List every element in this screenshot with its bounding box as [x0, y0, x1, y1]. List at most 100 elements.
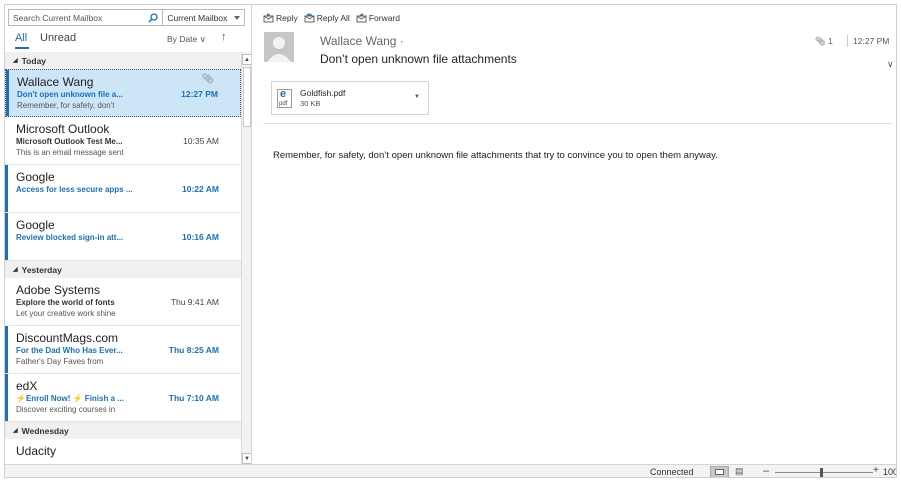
reply-label: Reply — [276, 13, 298, 23]
message-subject: ⚡Enroll Now! ⚡ Finish a ... — [16, 394, 124, 403]
reading-view-button[interactable]: ▤ — [735, 466, 751, 477]
normal-view-icon — [715, 469, 724, 475]
sort-by-date-button[interactable]: By Date ∨ — [167, 34, 206, 45]
list-item-message[interactable]: edX ⚡Enroll Now! ⚡ Finish a ... Discover… — [5, 374, 241, 422]
reply-all-icon — [304, 13, 315, 23]
message-time: Thu 7:10 AM — [168, 393, 219, 403]
forward-label: Forward — [368, 13, 400, 23]
status-bar: Connected ▤ – + 100% — [5, 464, 896, 477]
group-header-today[interactable]: ◢ Today — [5, 52, 241, 69]
attachment-count-value: 1 — [828, 36, 833, 46]
zoom-slider[interactable] — [775, 472, 873, 473]
message-preview: Remember, for safety, don't — [17, 101, 115, 110]
message-subject: Microsoft Outlook Test Me... — [16, 137, 123, 146]
paperclip-icon: 📎︎ — [815, 36, 826, 46]
group-header-yesterday[interactable]: ◢ Yesterday — [5, 261, 241, 278]
message-subject: For the Dad Who Has Ever... — [16, 346, 123, 355]
attachment-info: Goldfish.pdf 30 KB — [300, 88, 345, 109]
list-item-message[interactable]: Google Review blocked sign-in att... 10:… — [5, 213, 241, 261]
group-label: Wednesday — [21, 425, 69, 436]
group-label: Yesterday — [21, 264, 62, 275]
active-tab-indicator — [15, 47, 29, 49]
message-preview: Discover exciting courses in — [16, 405, 116, 414]
reply-button[interactable]: Reply — [263, 13, 298, 23]
message-time: 10:22 AM — [181, 184, 219, 194]
reply-all-button[interactable]: Reply All — [304, 13, 350, 23]
list-item-message[interactable]: Udacity — [5, 439, 241, 464]
expand-header-chevron-icon[interactable]: ∨ — [887, 59, 894, 70]
pdf-file-icon-letter: e — [280, 87, 287, 100]
attachment-card[interactable]: e pdf Goldfish.pdf 30 KB ▼ — [271, 81, 429, 115]
search-icon[interactable] — [148, 12, 158, 23]
message-preview: This is an email message sent — [16, 148, 124, 157]
attachment-dropdown-icon[interactable]: ▼ — [414, 94, 420, 100]
filter-bar: All Unread By Date ∨ ↑ — [5, 30, 251, 50]
message-subject: Explore the world of fonts — [16, 298, 115, 307]
list-item-message[interactable]: Wallace Wang Don't open unknown file a..… — [5, 69, 241, 117]
list-item-message[interactable]: Adobe Systems Explore the world of fonts… — [5, 278, 241, 326]
message-sender: DiscountMags.com — [16, 331, 119, 345]
message-preview: Father's Day Faves from — [16, 357, 104, 366]
message-list-pane: Search Current Mailbox Current Mailbox A… — [5, 5, 252, 464]
forward-button[interactable]: Forward — [356, 13, 400, 23]
message-sender: Microsoft Outlook — [16, 122, 110, 136]
reading-subject: Don’t open unknown file attachments — [320, 52, 517, 66]
scroll-up-arrow-icon[interactable]: ▲ — [242, 54, 251, 65]
sender-avatar[interactable] — [264, 32, 294, 62]
divider — [847, 35, 848, 47]
reply-all-label: Reply All — [316, 13, 350, 23]
message-sender: Google — [16, 218, 55, 232]
search-placeholder: Search Current Mailbox — [13, 12, 103, 23]
attachment-name: Goldfish.pdf — [300, 87, 346, 98]
zoom-out-button[interactable]: – — [763, 465, 769, 477]
pdf-file-icon: e pdf — [277, 87, 292, 108]
person-icon — [267, 37, 291, 62]
collapse-triangle-icon: ◢ — [13, 267, 18, 273]
received-time: 12:27 PM — [853, 36, 890, 46]
message-sender: Adobe Systems — [16, 283, 101, 297]
message-time: 10:16 AM — [181, 232, 219, 242]
group-label: Today — [21, 55, 47, 66]
message-list: ◢ Today Wallace Wang Don't open unknown … — [5, 52, 241, 464]
outlook-window: Search Current Mailbox Current Mailbox A… — [4, 4, 897, 478]
message-sender: edX — [16, 379, 38, 393]
normal-view-button[interactable] — [710, 466, 729, 477]
scroll-down-arrow-icon[interactable]: ▼ — [242, 453, 251, 464]
filter-unread-tab[interactable]: Unread — [40, 32, 76, 44]
search-input[interactable]: Search Current Mailbox — [8, 9, 164, 26]
message-subject: Don't open unknown file a... — [17, 90, 123, 99]
header-divider — [263, 123, 893, 124]
list-item-message[interactable]: DiscountMags.com For the Dad Who Has Eve… — [5, 326, 241, 374]
collapse-triangle-icon: ◢ — [13, 428, 18, 434]
list-item-message[interactable]: Microsoft Outlook Microsoft Outlook Test… — [5, 117, 241, 165]
zoom-slider-thumb[interactable] — [820, 468, 823, 477]
message-preview: Let your creative work shine — [16, 309, 116, 318]
message-actions: Reply Reply All Forward — [263, 13, 400, 23]
scrollbar-thumb[interactable] — [243, 67, 251, 127]
reply-icon — [263, 13, 274, 23]
zoom-level: 100% — [883, 467, 896, 477]
message-sender: Udacity — [16, 444, 57, 458]
message-time: Thu 9:41 AM — [170, 297, 219, 307]
message-subject: Review blocked sign-in att... — [16, 233, 124, 242]
chevron-down-icon — [234, 15, 240, 20]
search-scope-label: Current Mailbox — [167, 12, 228, 23]
message-sender: Google — [16, 170, 55, 184]
message-body[interactable]: Remember, for safety, don’t open unknown… — [273, 150, 718, 161]
paperclip-icon: 📎︎ — [201, 74, 214, 85]
list-item-message[interactable]: Google Access for less secure apps ... 1… — [5, 165, 241, 213]
message-list-scrollbar[interactable]: ▲ ▼ — [241, 52, 251, 464]
filter-all-tab[interactable]: All — [15, 32, 27, 44]
message-time: Thu 8:25 AM — [168, 345, 219, 355]
search-scope-dropdown[interactable]: Current Mailbox — [163, 9, 245, 26]
connection-status: Connected — [650, 467, 694, 477]
sort-direction-arrow-icon[interactable]: ↑ — [221, 31, 227, 43]
reading-sender[interactable]: Wallace Wang · — [320, 34, 404, 48]
reading-pane: Reply Reply All Forward Wallace Wang · D… — [253, 5, 896, 464]
collapse-triangle-icon: ◢ — [13, 58, 18, 64]
group-header-wednesday[interactable]: ◢ Wednesday — [5, 422, 241, 439]
pdf-file-icon-type: pdf — [279, 100, 288, 107]
zoom-in-button[interactable]: + — [873, 465, 879, 476]
forward-icon — [356, 13, 367, 23]
attachment-count: 📎︎ 1 — [815, 36, 833, 47]
